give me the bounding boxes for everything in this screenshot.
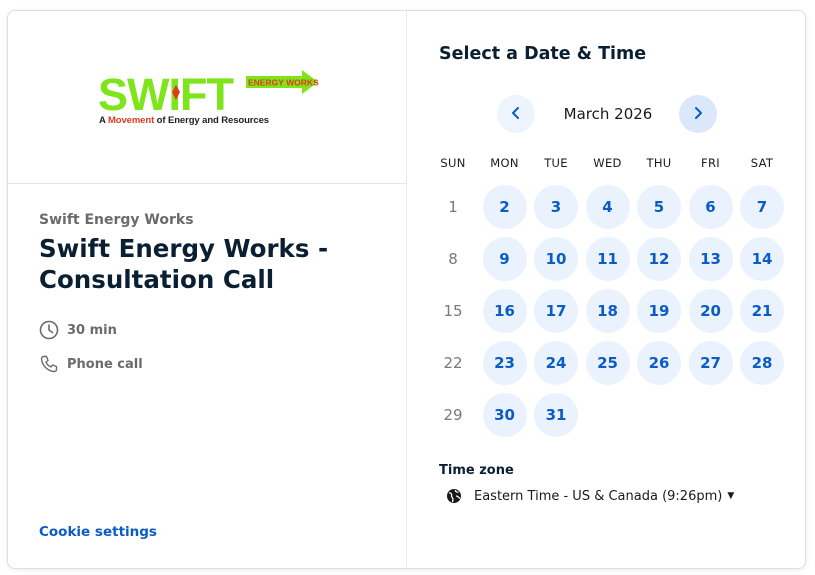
available-date-button[interactable]: 24 bbox=[534, 341, 578, 385]
cookie-settings-link[interactable]: Cookie settings bbox=[39, 524, 157, 540]
available-date-button[interactable]: 17 bbox=[534, 289, 578, 333]
available-date-button[interactable]: 9 bbox=[482, 237, 527, 281]
timezone-value: Eastern Time - US & Canada (9:26pm) bbox=[474, 488, 723, 504]
globe-icon bbox=[446, 488, 462, 504]
event-details-panel: ENERGY WORKS SWIFT A Movement of Energy … bbox=[8, 11, 407, 568]
chevron-left-icon bbox=[510, 105, 522, 124]
available-date-button[interactable]: 10 bbox=[534, 237, 578, 281]
weekday-header: SAT bbox=[750, 156, 774, 170]
available-date-button[interactable]: 21 bbox=[740, 289, 784, 333]
duration-text: 30 min bbox=[67, 322, 117, 338]
available-date-button[interactable]: 18 bbox=[585, 289, 630, 333]
chevron-right-icon bbox=[692, 105, 704, 124]
duration-row: 30 min bbox=[39, 320, 117, 340]
date-time-panel: Select a Date & Time March 2026 SUN MON TU… bbox=[408, 11, 805, 568]
available-date-button[interactable]: 28 bbox=[740, 341, 784, 385]
previous-month-button[interactable] bbox=[497, 95, 535, 133]
available-date-button[interactable]: 19 bbox=[637, 289, 681, 333]
available-date-button[interactable]: 14 bbox=[740, 237, 784, 281]
event-title: Swift Energy Works - Consultation Call bbox=[39, 234, 329, 294]
weekday-header: TUE bbox=[544, 156, 568, 170]
available-date-button[interactable]: 13 bbox=[688, 237, 733, 281]
company-logo: ENERGY WORKS SWIFT A Movement of Energy … bbox=[96, 68, 321, 128]
unavailable-date: 29 bbox=[443, 406, 463, 424]
weekday-header: WED bbox=[593, 156, 622, 170]
weekday-header: MON bbox=[490, 156, 519, 170]
available-date-button[interactable]: 7 bbox=[740, 185, 784, 229]
logo-tagline: A Movement of Energy and Resources bbox=[99, 115, 269, 126]
available-date-button[interactable]: 2 bbox=[482, 185, 527, 229]
available-date-button[interactable]: 3 bbox=[534, 185, 578, 229]
available-date-button[interactable]: 26 bbox=[637, 341, 681, 385]
clock-icon bbox=[39, 320, 59, 340]
available-date-button[interactable]: 27 bbox=[688, 341, 733, 385]
timezone-select[interactable]: Eastern Time - US & Canada (9:26pm) ▼ bbox=[446, 488, 734, 504]
available-date-button[interactable]: 23 bbox=[482, 341, 527, 385]
caret-down-icon: ▼ bbox=[727, 491, 735, 501]
next-month-button[interactable] bbox=[679, 95, 717, 133]
unavailable-date: 15 bbox=[443, 302, 463, 320]
available-date-button[interactable]: 16 bbox=[482, 289, 527, 333]
available-date-button[interactable]: 31 bbox=[534, 393, 578, 437]
available-date-button[interactable]: 20 bbox=[688, 289, 733, 333]
unavailable-date: 22 bbox=[443, 354, 463, 372]
available-date-button[interactable]: 11 bbox=[585, 237, 630, 281]
available-date-button[interactable]: 30 bbox=[482, 393, 527, 437]
logo-badge-text: ENERGY WORKS bbox=[248, 78, 319, 88]
location-row: Phone call bbox=[39, 354, 143, 374]
logo-area: ENERGY WORKS SWIFT A Movement of Energy … bbox=[8, 11, 406, 184]
weekday-header: THU bbox=[646, 156, 672, 170]
unavailable-date: 1 bbox=[448, 198, 458, 216]
available-date-button[interactable]: 6 bbox=[688, 185, 733, 229]
location-text: Phone call bbox=[67, 356, 143, 372]
available-date-button[interactable]: 25 bbox=[585, 341, 630, 385]
weekday-header: SUN bbox=[440, 156, 466, 170]
swift-logo-graphic: ENERGY WORKS SWIFT bbox=[98, 69, 319, 114]
booking-card: ENERGY WORKS SWIFT A Movement of Energy … bbox=[7, 10, 806, 569]
logo-brand-text: SWIFT bbox=[98, 69, 233, 114]
available-date-button[interactable]: 4 bbox=[585, 185, 630, 229]
available-date-button[interactable]: 12 bbox=[637, 237, 681, 281]
timezone-label: Time zone bbox=[439, 463, 514, 478]
weekday-header: FRI bbox=[701, 156, 720, 170]
month-label: March 2026 bbox=[563, 105, 653, 123]
available-date-button[interactable]: 5 bbox=[637, 185, 681, 229]
event-owner: Swift Energy Works bbox=[39, 212, 194, 228]
unavailable-date: 8 bbox=[448, 250, 458, 268]
phone-icon bbox=[39, 354, 59, 374]
panel-heading: Select a Date & Time bbox=[439, 44, 647, 64]
